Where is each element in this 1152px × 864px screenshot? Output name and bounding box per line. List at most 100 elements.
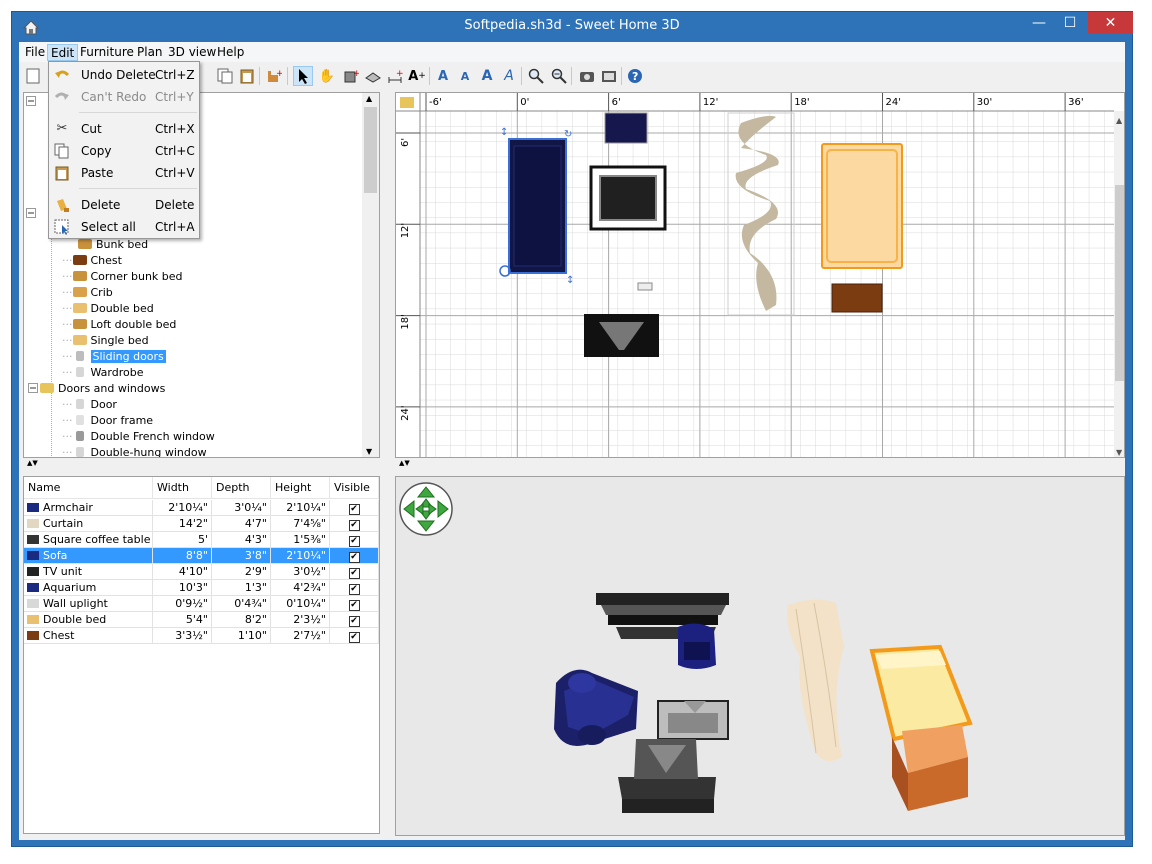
help-icon[interactable]: ? (625, 66, 645, 86)
plan-armchair[interactable] (604, 112, 648, 144)
catalog-item[interactable]: ··· Loft double bed (62, 317, 176, 333)
catalog-item[interactable]: ··· Door frame (62, 413, 153, 429)
catalog-item[interactable]: Bunk bed (78, 237, 148, 253)
delete-icon (54, 197, 70, 213)
table-row[interactable]: Chest 3'3½" 1'10" 2'7½" ✔ (24, 628, 379, 644)
table-row[interactable]: TV unit 4'10" 2'9" 3'0½" ✔ (24, 564, 379, 580)
menu-item-delete[interactable]: Delete Delete (49, 194, 199, 216)
menu-item-select-all[interactable]: Select all Ctrl+A (49, 216, 199, 238)
minimize-button[interactable]: — (1026, 12, 1052, 34)
catalog-item[interactable]: ··· Single bed (62, 333, 149, 349)
visible-checkbox-cell: ✔ (330, 500, 379, 516)
column-header-width[interactable]: Width (153, 477, 212, 499)
menu-edit[interactable]: Edit (47, 44, 79, 61)
catalog-scrollbar[interactable]: ▲ ▼ (362, 93, 379, 457)
catalog-item[interactable]: ··· Double-hung window (62, 445, 207, 457)
3d-canvas[interactable] (396, 477, 1125, 836)
cell-height: 2'7½" (271, 628, 330, 644)
plan-wall-uplight[interactable] (637, 282, 653, 291)
table-row[interactable]: Double bed 5'4" 8'2" 2'3½" ✔ (24, 612, 379, 628)
catalog-item[interactable]: ··· Double bed (62, 301, 154, 317)
plan-sofa[interactable]: ↕ ↻ ↕ (499, 127, 574, 286)
italic-text-icon[interactable]: A (499, 66, 519, 86)
copy-tool-icon[interactable] (215, 66, 235, 86)
column-header-depth[interactable]: Depth (212, 477, 271, 499)
pan-mode-icon[interactable]: ✋ (317, 66, 337, 86)
add-text-icon[interactable]: A + (407, 66, 427, 86)
plan-chest[interactable] (831, 283, 883, 313)
plan-tv-unit[interactable] (584, 314, 659, 357)
menu-plan[interactable]: Plan (134, 44, 166, 61)
plan-view[interactable]: -6' 0' 6' 12' 18' 24' 30' 36' 6' 12' 18' 24' ▲ ▼ ↕… (395, 92, 1125, 458)
cell-depth: 2'9" (212, 564, 271, 580)
menu-item-copy[interactable]: Copy Ctrl+C (49, 140, 199, 162)
catalog-item-selected[interactable]: ··· Sliding doors (62, 349, 166, 365)
menu-item-paste[interactable]: Paste Ctrl+V (49, 162, 199, 184)
select-mode-icon[interactable] (293, 66, 313, 86)
create-rooms-icon[interactable] (363, 66, 383, 86)
catalog-item[interactable]: ··· Wardrobe (62, 365, 144, 381)
navigation-arrows[interactable] (399, 482, 453, 536)
catalog-item[interactable]: ··· Crib (62, 285, 113, 301)
visible-checkbox[interactable]: ✔ (348, 600, 360, 611)
visible-checkbox[interactable]: ✔ (348, 568, 360, 579)
splitter[interactable]: ▲▼ (23, 459, 380, 468)
catalog-folder[interactable]: Doors and windows (28, 381, 165, 397)
scrollbar-thumb[interactable] (364, 107, 377, 193)
plan-canvas[interactable]: -6' 0' 6' 12' 18' 24' 30' 36' 6' 12' 18' 24' ▲ ▼ ↕… (396, 93, 1125, 458)
paste-tool-icon[interactable] (237, 66, 257, 86)
catalog-item[interactable]: ··· Corner bunk bed (62, 269, 183, 285)
close-button[interactable]: ✕ (1088, 12, 1133, 34)
catalog-item[interactable]: ··· Door (62, 397, 117, 413)
visible-checkbox[interactable]: ✔ (348, 520, 360, 531)
column-header-visible[interactable]: Visible (330, 477, 379, 499)
plan-scrollbar-thumb[interactable] (1115, 185, 1125, 381)
menu-item-undo[interactable]: Undo Delete Ctrl+Z (49, 64, 199, 86)
create-dimensions-icon[interactable]: + (385, 66, 405, 86)
new-home-icon[interactable] (23, 66, 43, 86)
zoom-in-icon[interactable] (526, 66, 546, 86)
menu-file[interactable]: File (22, 44, 48, 61)
bold-text-icon[interactable]: A (477, 66, 497, 86)
splitter[interactable]: ▲▼ (395, 459, 1125, 468)
visible-checkbox[interactable]: ✔ (348, 584, 360, 595)
decrease-text-size-icon[interactable]: A (455, 66, 475, 86)
menu-item-cut[interactable]: ✂ Cut Ctrl+X (49, 118, 199, 140)
visible-checkbox[interactable]: ✔ (348, 504, 360, 515)
menu-furniture[interactable]: Furniture (77, 44, 137, 61)
menu-item-redo[interactable]: Can't Redo Ctrl+Y (49, 86, 199, 108)
increase-text-size-icon[interactable]: A (433, 66, 453, 86)
column-header-name[interactable]: Name (24, 477, 153, 499)
plan-double-bed[interactable] (821, 143, 903, 269)
menu-3d-view[interactable]: 3D view (165, 44, 219, 61)
tree-expander[interactable] (26, 207, 36, 223)
catalog-item[interactable]: ··· Chest (62, 253, 122, 269)
add-furniture-icon[interactable]: + (264, 66, 284, 86)
visible-checkbox[interactable]: ✔ (348, 552, 360, 563)
catalog-item[interactable]: ··· Double French window (62, 429, 215, 445)
furniture-icon (27, 551, 39, 560)
table-row[interactable]: Aquarium 10'3" 1'3" 4'2¾" ✔ (24, 580, 379, 596)
tree-expander[interactable] (26, 95, 36, 111)
visible-checkbox[interactable]: ✔ (348, 536, 360, 547)
x-ruler-label: 18' (794, 97, 809, 108)
table-row[interactable]: Curtain 14'2" 4'7" 7'4⅝" ✔ (24, 516, 379, 532)
cell-height: 2'3½" (271, 612, 330, 628)
column-header-height[interactable]: Height (271, 477, 330, 499)
zoom-out-icon[interactable] (549, 66, 569, 86)
create-video-icon[interactable] (599, 66, 619, 86)
plan-coffee-table[interactable] (589, 165, 667, 231)
menu-help[interactable]: Help (214, 44, 247, 61)
create-photo-icon[interactable] (577, 66, 597, 86)
table-row[interactable]: Sofa 8'8" 3'8" 2'10¼" ✔ (24, 548, 379, 564)
visible-checkbox[interactable]: ✔ (348, 632, 360, 643)
maximize-button[interactable]: ☐ (1057, 12, 1083, 34)
table-row[interactable]: Armchair 2'10¼" 3'0¼" 2'10¼" ✔ (24, 500, 379, 516)
create-walls-icon[interactable]: + (341, 66, 361, 86)
visible-checkbox[interactable]: ✔ (348, 616, 360, 627)
table-row[interactable]: Square coffee table 5' 4'3" 1'5⅜" ✔ (24, 532, 379, 548)
title-bar[interactable]: Softpedia.sh3d - Sweet Home 3D — ☐ ✕ (12, 12, 1133, 43)
table-row[interactable]: Wall uplight 0'9½" 0'4¾" 0'10¼" ✔ (24, 596, 379, 612)
furniture-table[interactable]: Name Width Depth Height Visible Armchair… (23, 476, 380, 834)
3d-view[interactable] (395, 476, 1125, 836)
